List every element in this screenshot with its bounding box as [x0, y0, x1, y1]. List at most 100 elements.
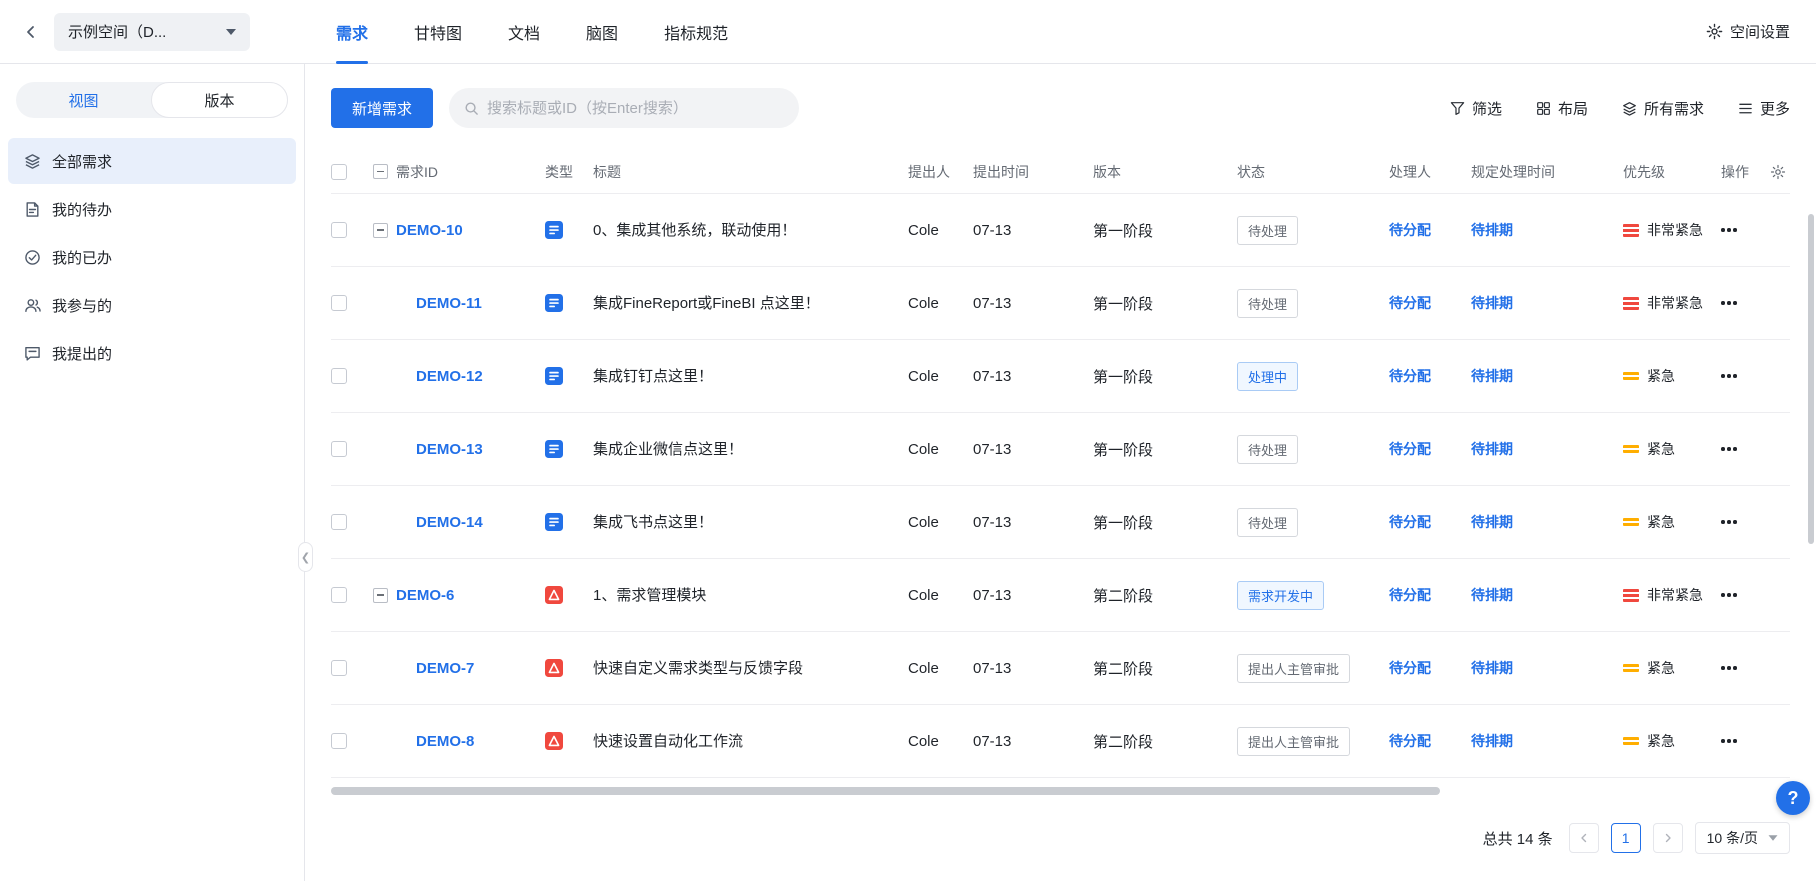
tab-mindmap[interactable]: 脑图 — [586, 0, 618, 64]
next-page-button[interactable] — [1652, 823, 1683, 853]
tab-requirements[interactable]: 需求 — [336, 0, 369, 64]
collapse-all-toggle[interactable] — [373, 164, 388, 179]
back-button[interactable] — [18, 19, 44, 45]
vertical-scrollbar-thumb[interactable] — [1808, 214, 1814, 544]
requirement-id-link[interactable]: DEMO-8 — [416, 733, 474, 750]
prev-page-button[interactable] — [1568, 823, 1599, 853]
sidebar-item-participated[interactable]: 我参与的 — [8, 282, 296, 328]
schedule-link[interactable]: 待排期 — [1471, 512, 1513, 532]
status-badge[interactable]: 提出人主管审批 — [1237, 726, 1351, 756]
requirement-title[interactable]: 集成FineReport或FineBI 点这里！ — [593, 267, 908, 340]
handler-link[interactable]: 待分配 — [1389, 585, 1431, 605]
row-actions-button[interactable] — [1721, 366, 1737, 386]
requirement-title[interactable]: 集成飞书点这里！ — [593, 486, 908, 559]
requirement-title[interactable]: 0、集成其他系统，联动使用！ — [593, 194, 908, 267]
tab-metrics[interactable]: 指标规范 — [664, 0, 728, 64]
more-button[interactable]: 更多 — [1738, 98, 1790, 119]
handler-link[interactable]: 待分配 — [1389, 512, 1431, 532]
row-checkbox[interactable] — [331, 587, 347, 603]
sidebar-item-my-todo[interactable]: 我的待办 — [8, 186, 296, 232]
status-badge[interactable]: 待处理 — [1237, 288, 1299, 318]
handler-link[interactable]: 待分配 — [1389, 439, 1431, 459]
row-checkbox[interactable] — [331, 514, 347, 530]
requirement-id-link[interactable]: DEMO-6 — [396, 587, 454, 604]
requirement-title[interactable]: 集成钉钉点这里！ — [593, 340, 908, 413]
row-checkbox[interactable] — [331, 733, 347, 749]
sidebar-item-my-done[interactable]: 我的已办 — [8, 234, 296, 280]
schedule-link[interactable]: 待排期 — [1471, 731, 1513, 751]
status-badge[interactable]: 提出人主管审批 — [1237, 653, 1351, 683]
requirement-title[interactable]: 快速设置自动化工作流 — [593, 705, 908, 778]
priority-label: 紧急 — [1647, 660, 1675, 676]
sidebar-collapse-handle[interactable]: ❮ — [298, 542, 313, 572]
schedule-link[interactable]: 待排期 — [1471, 658, 1513, 678]
document-icon — [26, 201, 39, 217]
select-all-checkbox[interactable] — [331, 163, 347, 180]
requirement-id-link[interactable]: DEMO-13 — [416, 441, 483, 458]
requirement-id-link[interactable]: DEMO-11 — [416, 295, 482, 312]
layout-button[interactable]: 布局 — [1536, 98, 1588, 119]
version: 第一阶段 — [1093, 368, 1154, 386]
status-badge[interactable]: 需求开发中 — [1237, 580, 1325, 610]
requirement-id-link[interactable]: DEMO-7 — [416, 660, 474, 677]
space-selector-dropdown[interactable]: 示例空间（D... — [54, 12, 250, 51]
row-checkbox[interactable] — [331, 295, 347, 311]
handler-link[interactable]: 待分配 — [1389, 220, 1431, 240]
row-checkbox[interactable] — [331, 368, 347, 384]
row-actions-button[interactable] — [1721, 585, 1737, 605]
schedule-link[interactable]: 待排期 — [1471, 585, 1513, 605]
row-checkbox[interactable] — [331, 660, 347, 676]
requirement-id-link[interactable]: DEMO-14 — [416, 514, 483, 531]
horizontal-scrollbar-thumb[interactable] — [331, 787, 1440, 795]
sidebar-item-proposed[interactable]: 我提出的 — [8, 330, 296, 376]
page-number-button[interactable]: 1 — [1610, 823, 1641, 853]
tab-documents[interactable]: 文档 — [508, 0, 540, 64]
requirement-id-link[interactable]: DEMO-10 — [396, 222, 463, 239]
row-actions-button[interactable] — [1721, 512, 1737, 532]
priority-label: 非常紧急 — [1647, 222, 1703, 238]
row-checkbox[interactable] — [331, 441, 347, 457]
handler-link[interactable]: 待分配 — [1389, 731, 1431, 751]
space-settings-button[interactable]: 空间设置 — [1706, 21, 1816, 42]
row-actions-button[interactable] — [1721, 439, 1737, 459]
status-badge[interactable]: 处理中 — [1237, 361, 1299, 391]
row-actions-button[interactable] — [1721, 220, 1737, 240]
row-actions-button[interactable] — [1721, 658, 1737, 678]
proposed-time: 07-13 — [973, 294, 1012, 312]
page-size-select[interactable]: 10 条/页 — [1694, 822, 1790, 854]
status-badge[interactable]: 待处理 — [1237, 215, 1299, 245]
column-header-status: 状态 — [1237, 163, 1265, 180]
schedule-link[interactable]: 待排期 — [1471, 439, 1513, 459]
handler-link[interactable]: 待分配 — [1389, 366, 1431, 386]
help-button[interactable]: ? — [1776, 781, 1810, 815]
toggle-views[interactable]: 视图 — [16, 82, 151, 118]
row-collapse-toggle[interactable] — [373, 222, 388, 238]
tab-gantt[interactable]: 甘特图 — [414, 0, 462, 64]
sidebar-item-all-requirements[interactable]: 全部需求 — [8, 138, 296, 184]
row-actions-button[interactable] — [1721, 731, 1737, 751]
row-collapse-toggle[interactable] — [373, 587, 388, 603]
row-checkbox[interactable] — [331, 222, 347, 238]
requirement-title[interactable]: 1、需求管理模块 — [593, 559, 908, 632]
search-input[interactable] — [487, 99, 785, 117]
toggle-versions[interactable]: 版本 — [151, 82, 288, 118]
comment-icon — [25, 346, 40, 361]
status-badge[interactable]: 待处理 — [1237, 507, 1299, 537]
new-requirement-button[interactable]: 新增需求 — [331, 88, 434, 128]
schedule-link[interactable]: 待排期 — [1471, 220, 1513, 240]
schedule-link[interactable]: 待排期 — [1471, 366, 1513, 386]
filter-button[interactable]: 筛选 — [1450, 98, 1502, 119]
caret-down-icon — [226, 28, 236, 35]
requirement-id-link[interactable]: DEMO-12 — [416, 368, 483, 385]
all-requirements-filter-button[interactable]: 所有需求 — [1622, 98, 1704, 119]
requirement-title[interactable]: 快速自定义需求类型与反馈字段 — [593, 632, 908, 705]
row-actions-button[interactable] — [1721, 293, 1737, 313]
column-settings-icon[interactable] — [1770, 164, 1786, 180]
handler-link[interactable]: 待分配 — [1389, 293, 1431, 313]
handler-link[interactable]: 待分配 — [1389, 658, 1431, 678]
column-header-handler: 处理人 — [1389, 163, 1431, 180]
schedule-link[interactable]: 待排期 — [1471, 293, 1513, 313]
proposed-time: 07-13 — [973, 513, 1012, 531]
status-badge[interactable]: 待处理 — [1237, 434, 1299, 464]
requirement-title[interactable]: 集成企业微信点这里！ — [593, 413, 908, 486]
